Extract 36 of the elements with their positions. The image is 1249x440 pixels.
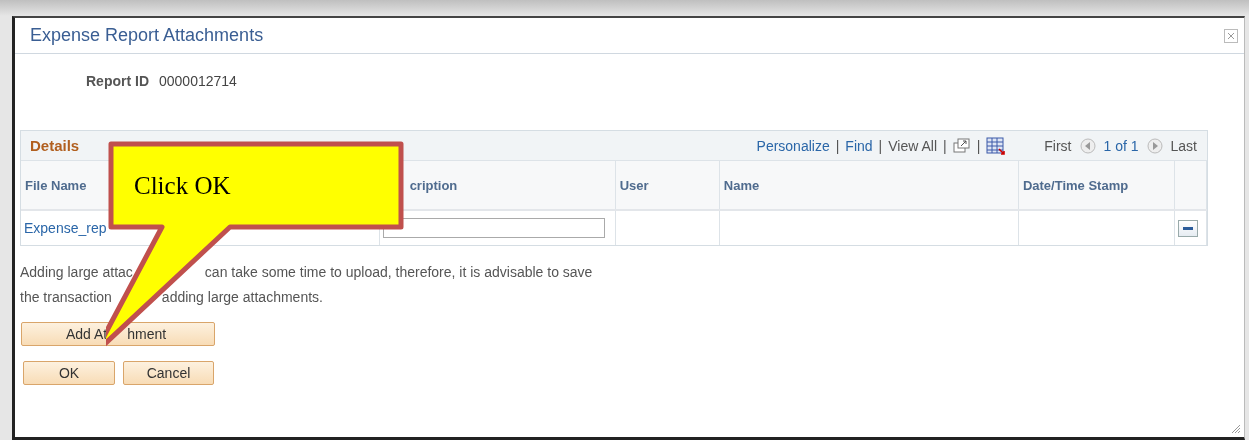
separator: | <box>943 137 947 154</box>
grid-link[interactable]: Personalize <box>756 137 830 154</box>
column-header: Date/Time Stamp <box>1018 161 1175 210</box>
column-header: User <box>615 161 720 210</box>
grid-title: Details <box>30 137 81 154</box>
next-icon[interactable] <box>1146 137 1163 154</box>
resize-grip-icon[interactable] <box>1231 424 1241 434</box>
add-attachment-button[interactable]: Add At hment <box>21 322 215 346</box>
spreadsheet-icon[interactable] <box>986 136 1007 155</box>
notice-text: can take some time to upload, therefore, it is advisable to save <box>204 264 593 282</box>
callout-text: Click OK <box>134 172 231 200</box>
separator: | <box>878 137 883 154</box>
delete-row-button[interactable] <box>1177 219 1198 237</box>
separator: | <box>976 137 981 154</box>
notice-text: adding large attachments. <box>161 289 323 307</box>
report-id-label: Report ID <box>86 73 149 91</box>
cancel-button[interactable]: Cancel <box>123 361 214 385</box>
description-input[interactable] <box>382 218 605 238</box>
first-label[interactable]: First <box>1044 137 1072 154</box>
separator: | <box>835 137 840 154</box>
new-window-icon[interactable] <box>952 137 971 154</box>
notice-text: the transaction <box>20 289 112 307</box>
page-count: 1 of 1 <box>1103 137 1139 154</box>
close-button[interactable] <box>1224 28 1238 43</box>
ok-button[interactable]: OK <box>23 361 115 385</box>
file-name-link[interactable]: Expense_rep <box>24 220 107 236</box>
previous-icon[interactable] <box>1079 137 1096 154</box>
report-id-value: 0000012714 <box>159 73 237 91</box>
view-all-label[interactable]: View All <box>888 137 937 154</box>
last-label[interactable]: Last <box>1170 137 1197 154</box>
close-icon <box>1227 31 1235 40</box>
grid-link[interactable]: Find <box>845 137 873 154</box>
column-header: Name <box>719 161 1019 210</box>
notice-text: Adding large attac <box>20 264 133 282</box>
minus-icon <box>1182 226 1193 230</box>
window-title: Expense Report Attachments <box>30 25 264 46</box>
